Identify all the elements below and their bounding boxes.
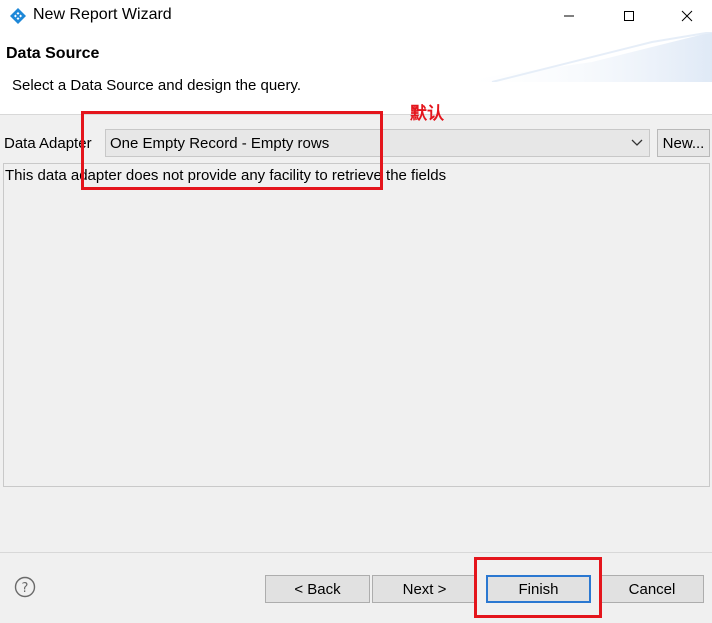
svg-text:?: ? — [22, 581, 29, 596]
minimize-button[interactable] — [546, 0, 592, 32]
wizard-header: Data Source Select a Data Source and des… — [0, 32, 712, 115]
cancel-button-label: Cancel — [628, 580, 676, 598]
cancel-button[interactable]: Cancel — [600, 575, 704, 603]
data-adapter-label: Data Adapter — [4, 135, 92, 152]
back-button-label: < Back — [294, 580, 341, 598]
annotation-label: 默认 — [410, 104, 444, 124]
title-bar: New Report Wizard — [0, 0, 712, 32]
page-description: Select a Data Source and design the quer… — [12, 77, 302, 94]
chevron-down-icon — [631, 139, 643, 146]
annotation-box-finish — [474, 557, 602, 618]
new-adapter-button[interactable]: New... — [657, 129, 710, 157]
annotation-box-adapter — [81, 111, 383, 190]
maximize-button[interactable] — [606, 0, 652, 32]
window-title: New Report Wizard — [33, 6, 172, 23]
next-button-label: Next > — [402, 580, 447, 598]
back-button[interactable]: < Back — [265, 575, 370, 603]
maximize-icon — [624, 11, 634, 21]
adapter-info-panel: This data adapter does not provide any f… — [3, 163, 710, 487]
close-button[interactable] — [664, 0, 710, 32]
page-heading: Data Source — [6, 45, 100, 62]
header-decoration — [452, 32, 712, 82]
close-icon — [681, 10, 693, 22]
footer-separator — [0, 552, 712, 553]
next-button[interactable]: Next > — [372, 575, 477, 603]
app-icon — [10, 8, 26, 24]
new-adapter-button-label: New... — [662, 134, 705, 152]
help-icon[interactable]: ? — [14, 576, 36, 598]
minimize-icon — [564, 15, 574, 17]
